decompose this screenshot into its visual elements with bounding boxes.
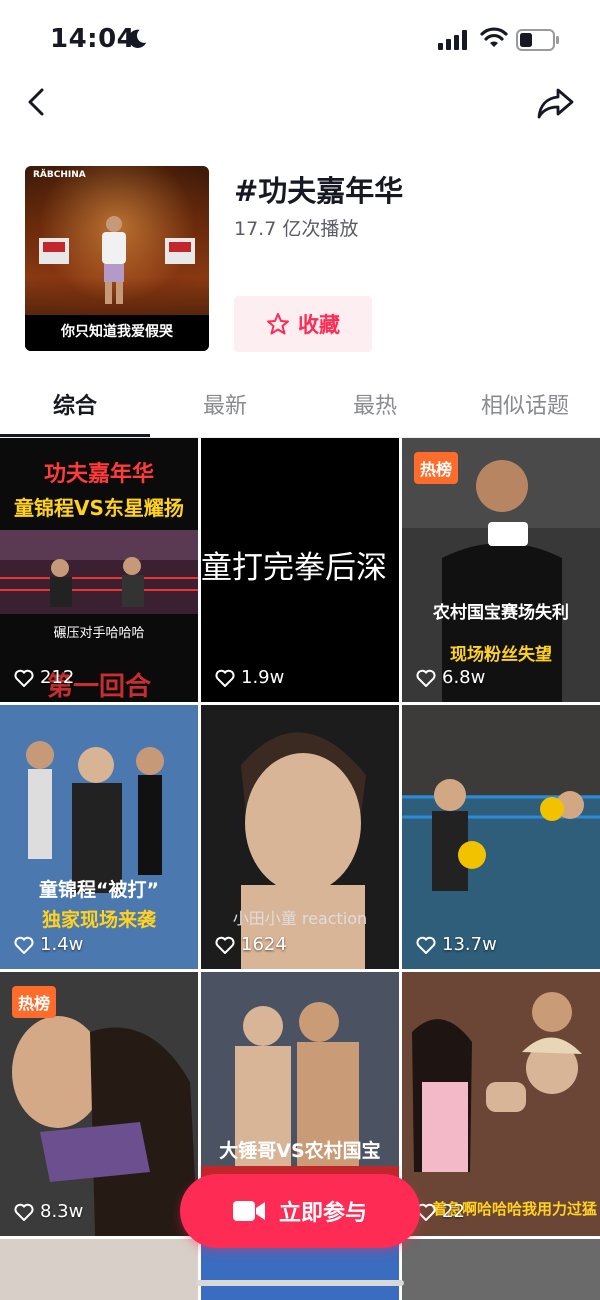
tab-similar-topics[interactable]: 相似话题: [450, 388, 600, 420]
topic-title: #功夫嘉年华: [234, 174, 404, 208]
tab-comprehensive[interactable]: 综合: [0, 388, 150, 420]
video-card[interactable]: 功夫嘉年华 童锦程VS东星耀扬 碾压对手哈哈哈 第一回合 212: [0, 438, 198, 702]
like-count: 13.7w: [416, 934, 497, 955]
video-subtitle: 现场粉丝失望: [450, 645, 552, 665]
video-subtitle: 童锦程VS东星耀扬: [14, 496, 184, 520]
boxing-ring-thumbnail: [0, 530, 198, 614]
heart-icon: [215, 936, 235, 954]
nav-bar: [0, 80, 600, 124]
heart-icon: [14, 936, 34, 954]
video-card[interactable]: 着急啊哈哈哈我用力过猛 22: [402, 972, 600, 1236]
video-grid: 功夫嘉年华 童锦程VS东星耀扬 碾压对手哈哈哈 第一回合 212 童打完拳后深 …: [0, 438, 600, 1300]
video-subtitle: 独家现场来袭: [41, 909, 156, 931]
back-icon[interactable]: [22, 84, 52, 120]
cover-caption: 你只知道我爱假哭: [61, 324, 173, 340]
cover-person: [102, 216, 126, 304]
portrait-thumbnail: [201, 705, 399, 969]
star-icon: [267, 313, 289, 335]
video-card[interactable]: [0, 1239, 198, 1300]
like-count-value: 1624: [241, 934, 287, 955]
hot-badge: 热榜: [414, 452, 459, 484]
battery-icon: [516, 29, 559, 51]
like-count: 6.8w: [416, 667, 485, 688]
tab-hottest[interactable]: 最热: [300, 388, 450, 420]
tab-bar: 综合 最新 最热 相似话题: [0, 372, 600, 438]
like-count: 8.3w: [14, 1201, 83, 1222]
topic-header: RÄBCHINA 你只知道我爱假哭 #功夫嘉年华 17.7 亿次播放 收藏: [0, 166, 600, 352]
heart-icon: [215, 669, 235, 687]
favorite-button[interactable]: 收藏: [234, 296, 372, 352]
join-label: 立即参与: [278, 1201, 367, 1226]
like-count-value: 13.7w: [442, 934, 497, 955]
tab-indicator: [0, 434, 150, 437]
home-indicator: [196, 1280, 404, 1286]
heart-icon: [14, 669, 34, 687]
video-card[interactable]: [201, 1239, 399, 1300]
signal-icon: [438, 30, 467, 50]
share-icon[interactable]: [536, 86, 576, 120]
favorite-label: 收藏: [298, 313, 340, 337]
video-title: 大锤哥VS农村国宝: [219, 1140, 381, 1162]
video-title: 功夫嘉年华: [43, 462, 154, 487]
status-bar: 14:04: [0, 0, 600, 80]
heart-icon: [14, 1203, 34, 1221]
arm-wrestling-thumbnail: [402, 972, 600, 1236]
cover-screen-left: [39, 238, 69, 264]
moon-icon: [128, 29, 147, 48]
status-time: 14:04: [50, 24, 136, 54]
video-card[interactable]: 13.7w: [402, 705, 600, 969]
video-overlay: 小田小童 reaction: [232, 909, 368, 928]
wifi-icon: [480, 27, 508, 47]
like-count: 212: [14, 667, 74, 688]
tab-latest[interactable]: 最新: [150, 388, 300, 420]
video-card[interactable]: 热榜 8.3w: [0, 972, 198, 1236]
video-card[interactable]: 童锦程“被打” 独家现场来袭 1.4w: [0, 705, 198, 969]
video-overlay: 童打完拳后深: [201, 550, 387, 586]
like-count: 1.9w: [215, 667, 284, 688]
video-card[interactable]: [402, 1239, 600, 1300]
like-count: 1.4w: [14, 934, 83, 955]
like-count-value: 1.4w: [40, 934, 84, 955]
hot-badge: 热榜: [12, 986, 57, 1018]
like-count-value: 6.8w: [442, 667, 486, 688]
video-card[interactable]: 热榜 农村国宝赛场失利 现场粉丝失望 6.8w: [402, 438, 600, 702]
like-count: 1624: [215, 934, 287, 955]
like-count: 22: [416, 1201, 465, 1222]
video-title: 农村国宝赛场失利: [433, 603, 569, 623]
cover-brand: RÄBCHINA: [33, 170, 86, 180]
like-count-value: 22: [442, 1201, 465, 1222]
cover-screen-right: [165, 238, 195, 264]
video-caption: 碾压对手哈哈哈: [53, 626, 145, 641]
video-title: 童锦程“被打”: [39, 879, 159, 901]
join-button[interactable]: 立即参与: [180, 1174, 420, 1248]
topic-cover-image[interactable]: RÄBCHINA 你只知道我爱假哭: [25, 166, 209, 351]
video-card[interactable]: 小田小童 reaction 1624: [201, 705, 399, 969]
heart-icon: [416, 669, 436, 687]
sparring-thumbnail: [402, 705, 600, 969]
video-camera-icon: [232, 1201, 265, 1221]
like-count-value: 1.9w: [241, 667, 285, 688]
video-card[interactable]: 童打完拳后深 1.9w: [201, 438, 399, 702]
topic-play-count: 17.7 亿次播放: [234, 218, 359, 240]
like-count-value: 8.3w: [40, 1201, 84, 1222]
heart-icon: [416, 936, 436, 954]
like-count-value: 212: [40, 667, 75, 688]
